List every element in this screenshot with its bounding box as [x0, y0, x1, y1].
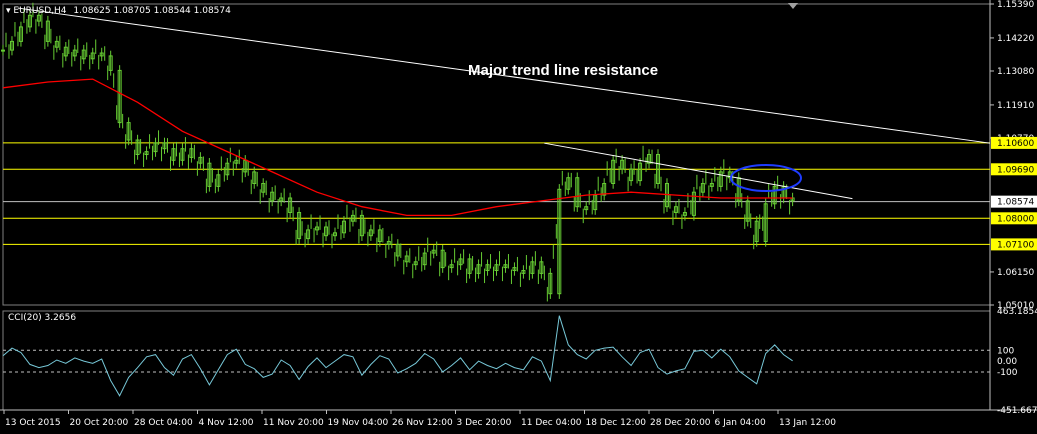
cci-tick-label: -100 — [997, 368, 1018, 378]
cci-tick-label: -451.6679 — [997, 406, 1037, 416]
price-tick-label: 1.13080 — [997, 67, 1034, 77]
indicator-panel-frame — [2, 310, 991, 411]
level-label: 1.07100 — [997, 240, 1034, 250]
time-tick-label: 28 Oct 04:00 — [134, 418, 193, 428]
time-tick-label: 13 Jan 12:00 — [779, 418, 836, 428]
price-series — [1, 2, 795, 302]
time-tick-label: 26 Nov 12:00 — [392, 418, 453, 428]
time-tick-label: 18 Dec 12:00 — [586, 418, 647, 428]
time-tick-label: 11 Dec 04:00 — [521, 418, 582, 428]
cci-tick-label: 463.1854 — [997, 307, 1037, 317]
chart-header: ▾ EURUSD,H4 1.08625 1.08705 1.08544 1.08… — [6, 6, 231, 16]
time-tick-label: 19 Nov 04:00 — [328, 418, 389, 428]
indicator-title: CCI(20) 3.2656 — [8, 313, 77, 323]
candle-body — [1, 49, 5, 52]
time-tick-label: 3 Dec 20:00 — [457, 418, 512, 428]
time-tick-label: 11 Nov 20:00 — [263, 418, 324, 428]
price-tick-label: 1.11910 — [997, 101, 1034, 111]
price-tick-label: 1.14220 — [997, 34, 1034, 44]
minor-trendline — [544, 142, 853, 200]
trendline-annotation: Major trend line resistance — [468, 62, 659, 79]
time-tick-label: 13 Oct 2015 — [5, 418, 61, 428]
time-tick-label: 28 Dec 20:00 — [650, 418, 711, 428]
price-tick-label: 1.06150 — [997, 268, 1034, 278]
symbol-label: EURUSD,H4 — [13, 6, 67, 16]
level-label: 1.09690 — [997, 165, 1034, 175]
time-tick-label: 6 Jan 04:00 — [715, 418, 767, 428]
triangle-down-icon[interactable]: ▾ — [6, 6, 11, 16]
cci-tick-label: 0.00 — [997, 357, 1017, 367]
cci-line — [2, 315, 793, 397]
shift-marker-icon — [788, 3, 798, 9]
level-label: 1.10600 — [997, 139, 1034, 149]
current-price-label: 1.08574 — [997, 198, 1034, 208]
chart-window[interactable]: 1.153901.142201.130801.119101.107701.061… — [0, 0, 1037, 434]
ohlc-label: 1.08625 1.08705 1.08544 1.08574 — [73, 6, 231, 16]
cci-tick-label: 100 — [997, 346, 1014, 356]
time-tick-label: 4 Nov 12:00 — [199, 418, 254, 428]
price-tick-label: 1.15390 — [997, 0, 1034, 10]
level-label: 1.08000 — [997, 214, 1034, 224]
time-tick-label: 20 Oct 20:00 — [70, 418, 129, 428]
